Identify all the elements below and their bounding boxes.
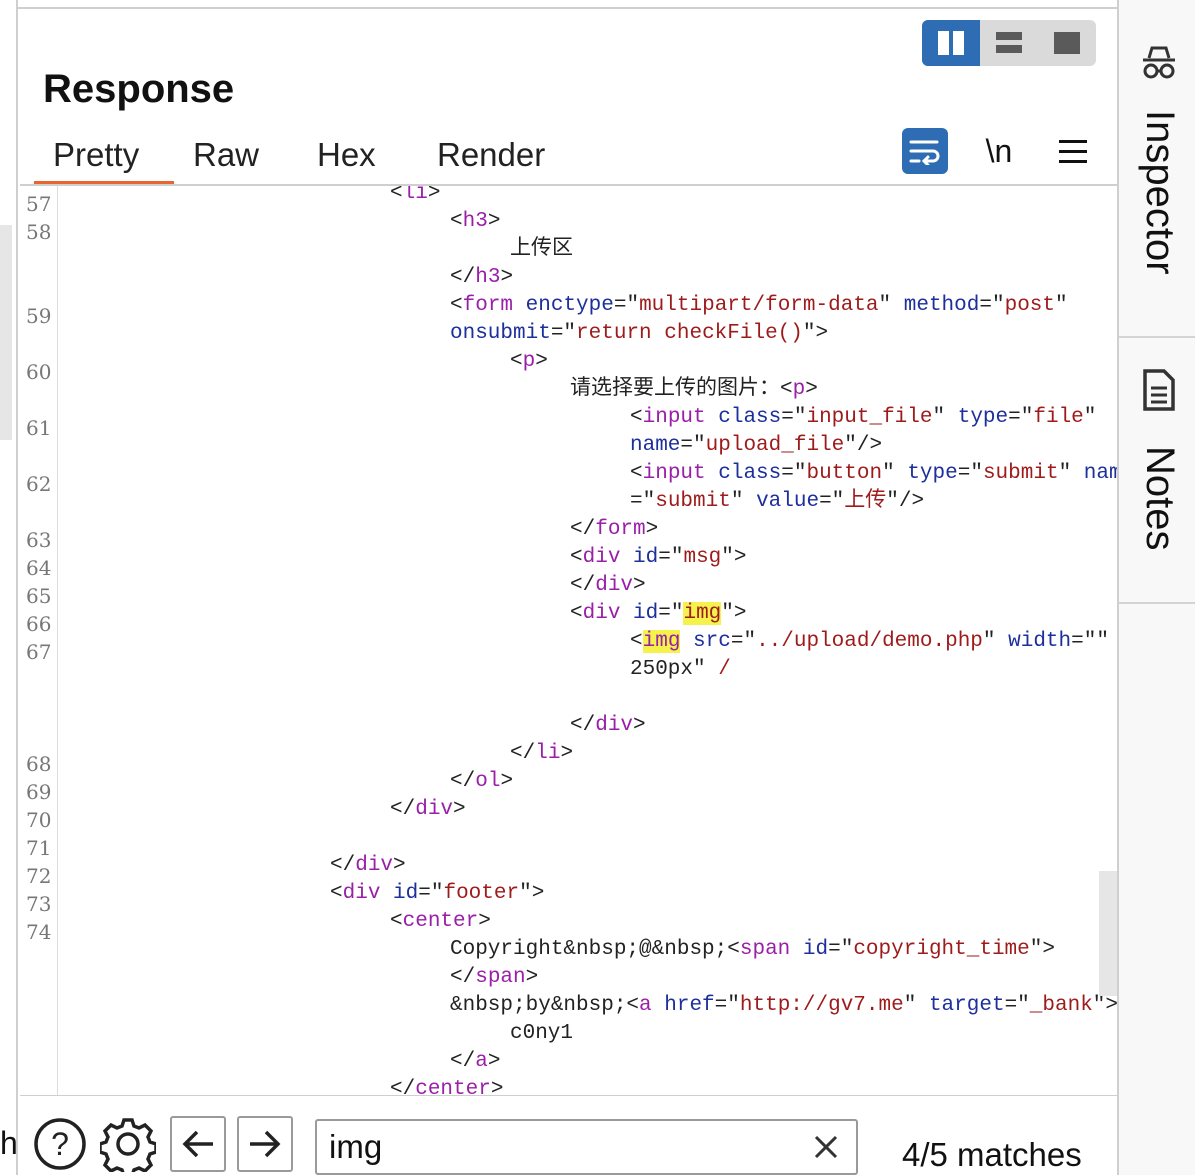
response-title: Response: [43, 67, 235, 111]
tab-hex[interactable]: Hex: [298, 133, 418, 185]
split-vertical-icon: [938, 31, 964, 55]
editor-toolbar: \n: [902, 128, 1096, 174]
notes-icon: [1143, 369, 1175, 411]
code-line: 请选择要上传的图片：<p>: [570, 378, 818, 401]
gear-icon: [100, 1118, 156, 1172]
spy-glasses-icon: [1143, 46, 1175, 79]
menu-button[interactable]: [1050, 128, 1096, 174]
sidebar-item-label: Notes: [1138, 446, 1182, 551]
code-line: </span>: [450, 966, 539, 989]
code-line: 250px" /: [630, 658, 731, 681]
code-line: c0ny1: [510, 1022, 574, 1045]
search-bar: ? img 4/5 matches: [20, 1096, 1117, 1175]
code-lines: <li> <h3> 上传区 </h3> <form enctype="multipart…: [20, 186, 1117, 1095]
layout-split-vertical-button[interactable]: [922, 20, 980, 66]
code-line: <div id="footer">: [330, 882, 545, 905]
code-line: onsubmit="return checkFile()">: [450, 322, 829, 345]
code-line: name="upload_file"/>: [630, 434, 883, 457]
code-line: <center>: [390, 910, 491, 933]
code-line: <img src="../upload/demo.php" width="": [630, 630, 1109, 653]
search-field[interactable]: [315, 1119, 858, 1175]
code-line: &nbsp;by&nbsp;<a href="http://gv7.me" ta…: [450, 994, 1117, 1017]
code-line: <form enctype="multipart/form-data" meth…: [450, 294, 1068, 317]
next-match-button[interactable]: [237, 1116, 293, 1172]
sidebar-divider: [1119, 602, 1195, 604]
layout-split-horizontal-button[interactable]: [980, 20, 1038, 66]
code-line: <div id="img">: [570, 602, 747, 625]
arrow-left-icon: [182, 1130, 213, 1158]
newline-toggle-label: \n: [985, 132, 1013, 169]
match-count: 4/5 matches: [902, 1136, 1082, 1173]
response-view-tabs: Pretty Raw Hex Render: [34, 133, 564, 185]
code-line: 上传区: [510, 238, 573, 261]
clear-search-icon[interactable]: [810, 1131, 842, 1163]
response-panel: Response Pretty Raw Hex Render \n 57 58 …: [20, 9, 1117, 1175]
tab-raw[interactable]: Raw: [174, 133, 298, 185]
code-line: <input class="input_file" type="file": [630, 406, 1097, 429]
code-line: </div>: [570, 574, 646, 597]
code-line: <input class="button" type="submit" name: [630, 462, 1117, 485]
code-line: <li>: [390, 186, 441, 205]
search-input[interactable]: [329, 1127, 799, 1167]
code-line: </ol>: [450, 770, 514, 793]
code-line: </div>: [390, 798, 466, 821]
word-wrap-button[interactable]: [902, 128, 948, 174]
right-sidebar: Inspector Notes: [1117, 0, 1195, 1175]
code-line: <h3>: [450, 210, 501, 233]
code-line: <div id="msg">: [570, 546, 747, 569]
left-pane-edge: [0, 0, 18, 1175]
word-wrap-icon: [909, 140, 940, 165]
code-line: ="submit" value="上传"/>: [630, 490, 925, 513]
sidebar-item-notes[interactable]: Notes: [1119, 338, 1195, 602]
previous-match-button[interactable]: [170, 1116, 226, 1172]
code-line: </center>: [390, 1078, 504, 1095]
split-horizontal-icon: [996, 32, 1022, 53]
code-line: </form>: [570, 518, 659, 541]
code-line: </div>: [330, 854, 406, 877]
sidebar-item-inspector[interactable]: Inspector: [1119, 0, 1195, 336]
code-line: </li>: [510, 742, 574, 765]
help-button[interactable]: ?: [32, 1116, 88, 1172]
truncated-edge-text: h: [0, 1125, 18, 1161]
code-line: </a>: [450, 1050, 501, 1073]
svg-text:?: ?: [51, 1126, 69, 1162]
code-scrollbar-thumb[interactable]: [1099, 871, 1117, 996]
code-line: Copyright&nbsp;@&nbsp;<span id="copyrigh…: [450, 938, 1055, 961]
hamburger-menu-icon: [1059, 140, 1087, 163]
code-line: <p>: [510, 350, 548, 373]
left-scrollbar-thumb[interactable]: [0, 225, 12, 440]
sidebar-item-label: Inspector: [1138, 110, 1182, 275]
show-newlines-button[interactable]: \n: [976, 128, 1022, 174]
layout-single-pane-button[interactable]: [1038, 20, 1096, 66]
tab-render[interactable]: Render: [418, 133, 564, 185]
layout-toggle: [922, 20, 1096, 66]
code-editor[interactable]: 57 58 59 60 61 62 63 64 65 66 67 68 69 7…: [20, 186, 1117, 1095]
single-pane-icon: [1054, 32, 1080, 54]
help-icon: ?: [34, 1118, 86, 1170]
code-line: </div>: [570, 714, 646, 737]
settings-button[interactable]: [100, 1116, 156, 1172]
arrow-right-icon: [250, 1130, 281, 1158]
tab-pretty[interactable]: Pretty: [34, 133, 174, 185]
code-line: </h3>: [450, 266, 514, 289]
